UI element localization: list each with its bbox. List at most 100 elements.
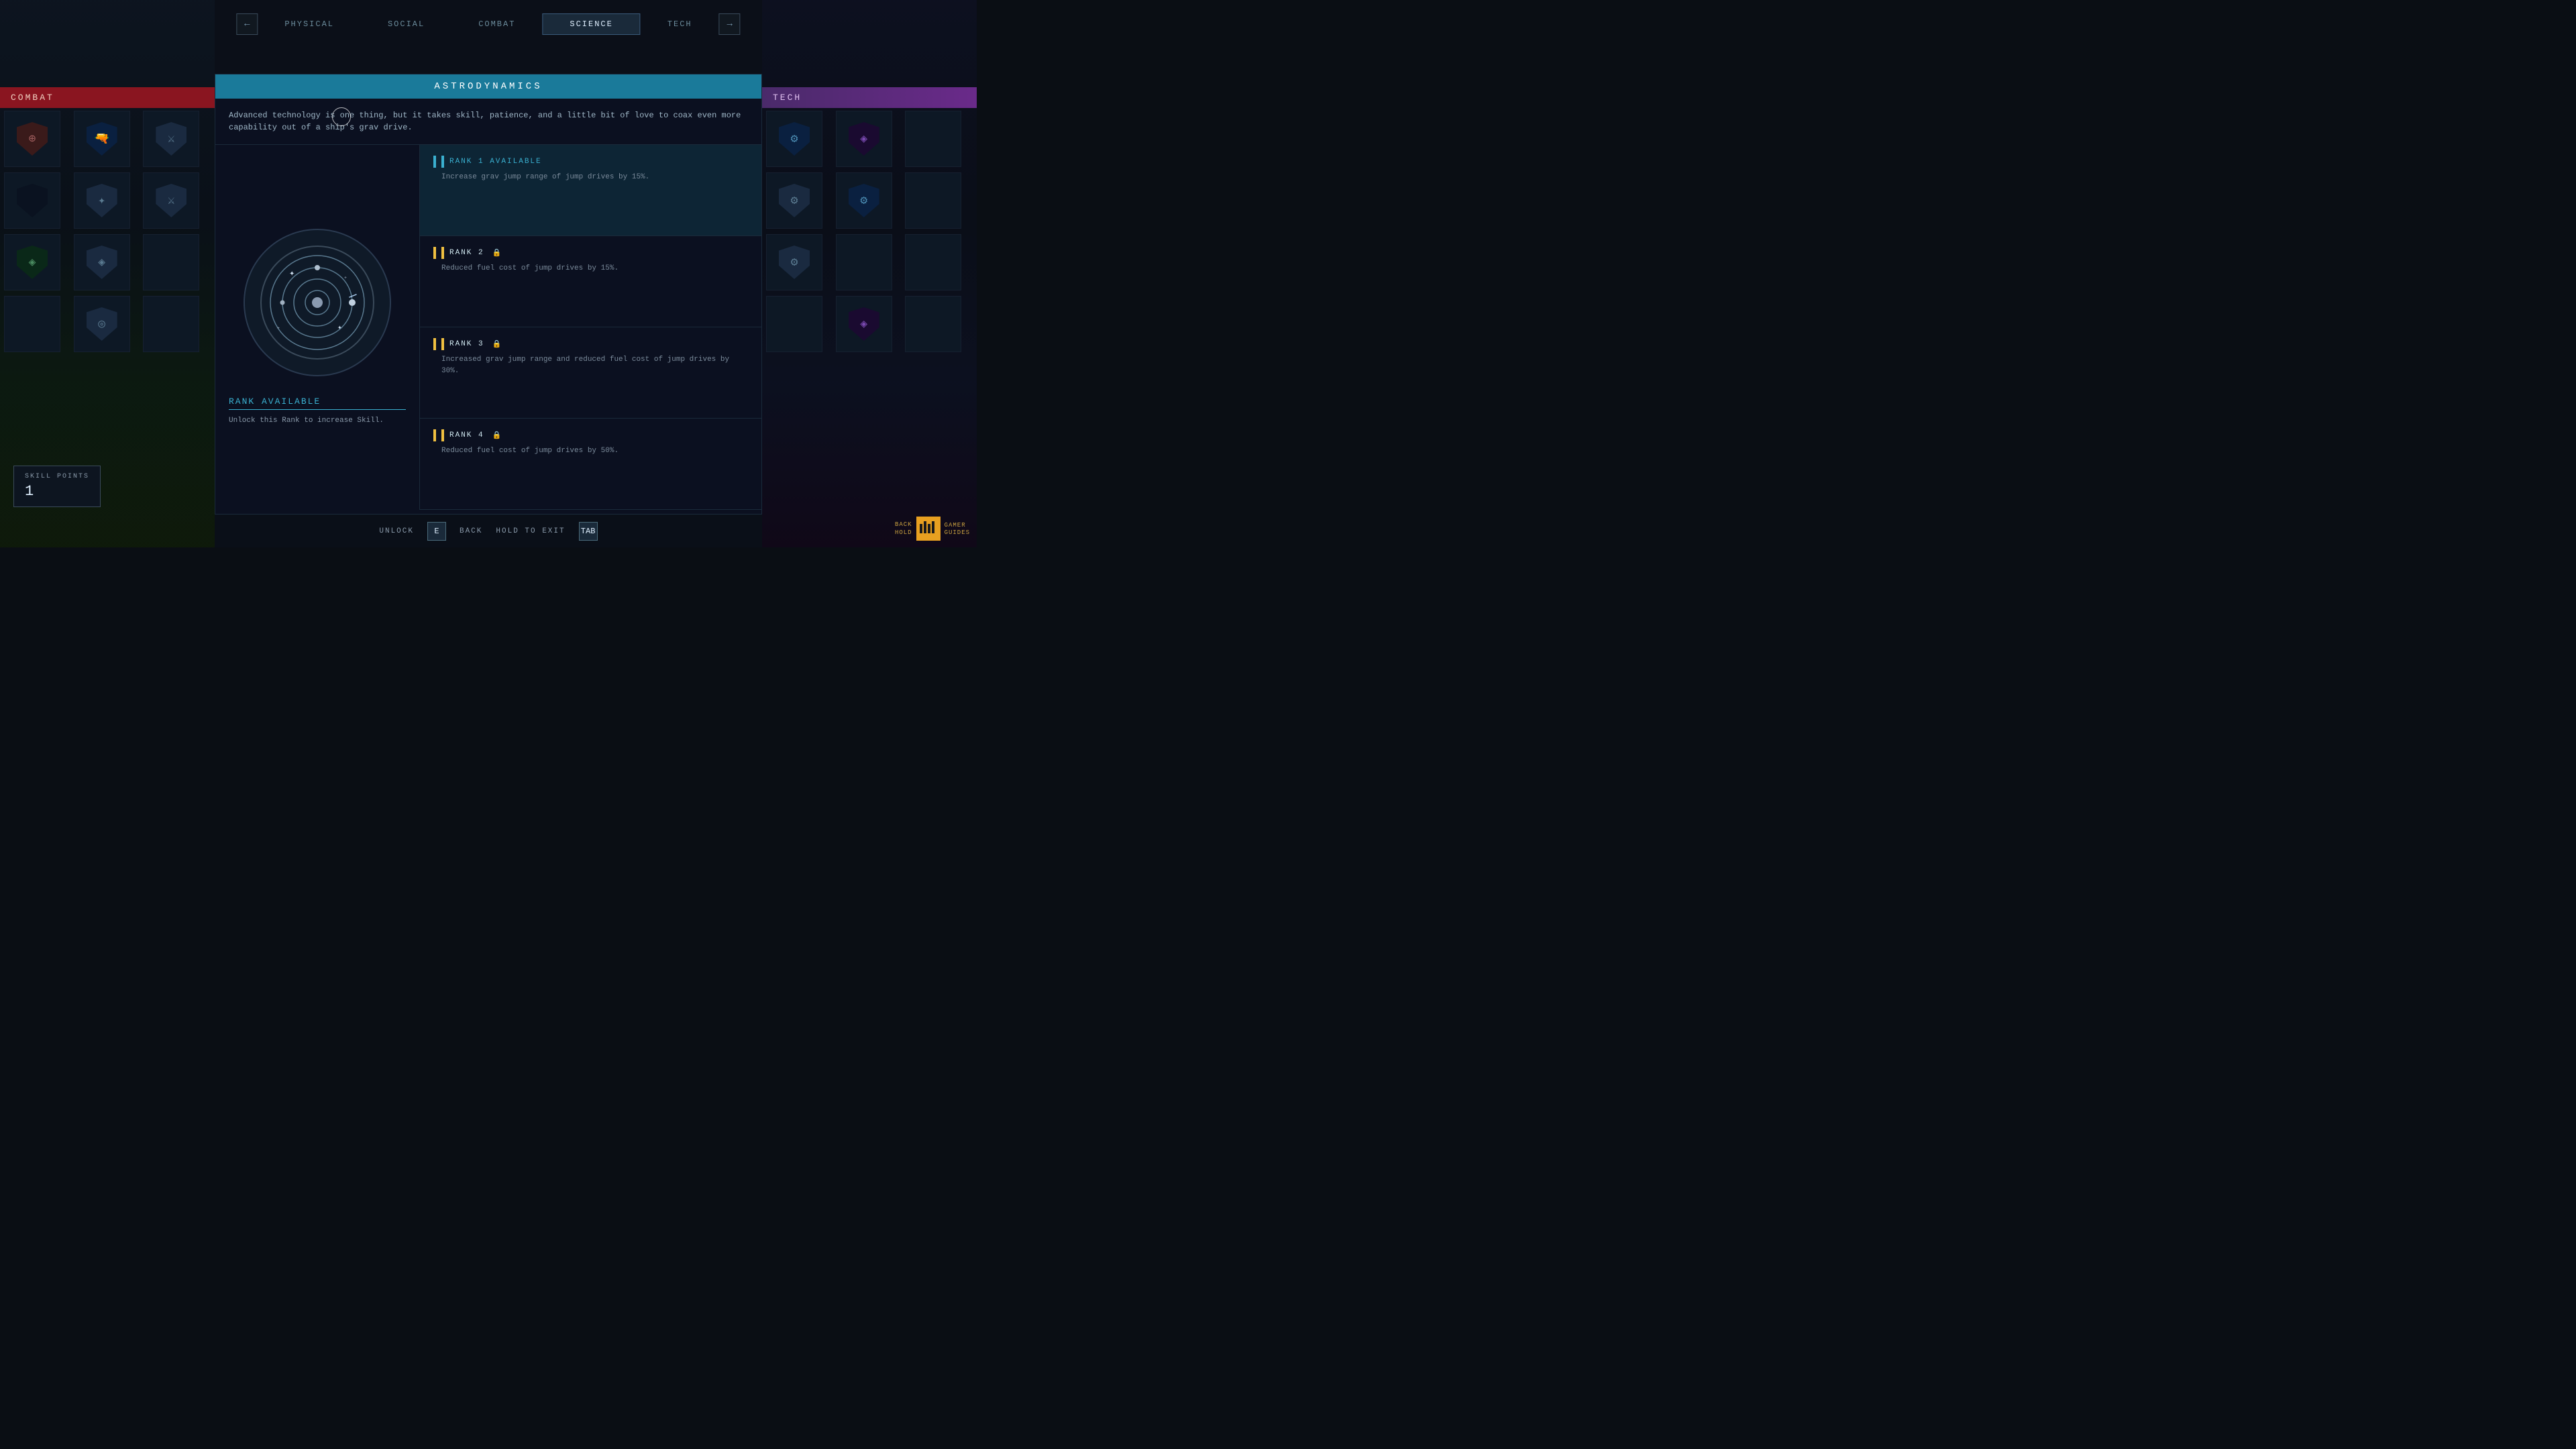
back-key-button[interactable]: TAB [579,522,598,541]
lock-icon: 🔒 [492,431,502,440]
action-bar: UNLOCK E BACK HOLD TO EXIT TAB [215,514,762,547]
unlock-label: UNLOCK [379,527,414,535]
tab-tech[interactable]: TECH [641,14,719,34]
combat-skill-cell[interactable] [4,172,60,229]
skill-shield-icon: ⚙ [779,184,810,217]
skill-shield-icon: ⚔ [156,184,186,217]
rank-3-desc: Increased grav jump range and reduced fu… [433,354,748,376]
astrodynamics-icon: ✦ ✦ + + [257,242,378,363]
tech-skill-cell[interactable]: ⚙ [766,111,822,167]
skill-points-label: SKILL POINTS [25,473,89,480]
rank-2-label: RANK 2 [449,249,484,257]
combat-skill-row-4: ◎ [0,293,215,355]
rank-1-desc: Increase grav jump range of jump drives … [433,172,748,183]
rank-pip-icon-2 [441,247,444,259]
tech-skill-cell[interactable]: ◈ [836,296,892,352]
skill-shield-icon: ⊕ [17,122,48,156]
skill-description: Advanced technology is one thing, but it… [215,99,761,145]
svg-text:+: + [344,275,347,280]
combat-panel-header: COMBAT [0,87,215,108]
tab-science[interactable]: SCIENCE [542,13,640,35]
tech-skill-row-2: ⚙ ⚙ [762,170,977,231]
skill-detail-panel: ASTRODYNAMICS Advanced technology is one… [215,74,762,521]
nav-prev-button[interactable]: ← [236,13,258,35]
combat-skill-cell[interactable]: ⊕ [4,111,60,167]
skill-shield-icon: 🔫 [87,122,117,156]
tech-skill-cell [905,234,961,290]
back-action-label: HOLD TO EXIT [496,527,565,535]
gg-back-label: BACK [895,521,912,528]
back-label: BACK [460,527,482,535]
rank-2-header: RANK 2 🔒 [433,247,748,259]
combat-skill-row-1: ⊕ 🔫 ⚔ [0,108,215,170]
nav-tabs: ← PHYSICAL SOCIAL COMBAT SCIENCE TECH → [236,13,740,35]
skill-points-box: SKILL POINTS 1 [13,466,101,507]
tech-skill-cell [905,111,961,167]
tech-panel-header: TECH [762,87,977,108]
rank-4-label: RANK 4 [449,431,484,439]
tech-skill-cell[interactable]: ⚙ [766,172,822,229]
rank-item-3[interactable]: RANK 3 🔒 Increased grav jump range and r… [420,327,761,419]
skill-content-area: ✦ ✦ + + RANK AVAILABLE Unlock this Rank … [215,145,761,510]
tech-skill-cell[interactable]: ⚙ [836,172,892,229]
rank-item-4[interactable]: RANK 4 🔒 Reduced fuel cost of jump drive… [420,419,761,510]
rank-pip-icon-2 [441,338,444,350]
rank-available-label: RANK AVAILABLE [229,396,406,410]
gg-hold-label: HOLD [895,529,912,536]
skill-visual-area: ✦ ✦ + + RANK AVAILABLE Unlock this Rank … [215,145,420,510]
combat-skill-cell[interactable]: ⚔ [143,111,199,167]
combat-skill-row-3: ◈ ◈ [0,231,215,293]
combat-skill-cell[interactable]: ⚔ [143,172,199,229]
tech-skill-cell [905,296,961,352]
gamer-guides-watermark: BACK HOLD GAMER GUIDES [895,517,970,541]
unlock-key-button[interactable]: E [427,522,446,541]
combat-skill-cell[interactable]: ◈ [4,234,60,290]
tech-skill-cell[interactable]: ◈ [836,111,892,167]
combat-skill-cell[interactable]: ✦ [74,172,130,229]
skill-shield-icon: ⚙ [779,246,810,279]
skill-emblem: ✦ ✦ + + [244,229,391,376]
svg-text:✦: ✦ [289,270,294,278]
skill-shield-icon: ⚙ [849,184,879,217]
svg-text:+: + [277,325,280,331]
rank-available-desc: Unlock this Rank to increase Skill. [229,415,406,427]
lock-icon: 🔒 [492,339,502,349]
combat-skill-cell[interactable]: ◈ [74,234,130,290]
rank-2-desc: Reduced fuel cost of jump drives by 15%. [433,263,748,274]
combat-skill-row-2: ✦ ⚔ [0,170,215,231]
skill-points-value: 1 [25,483,89,500]
rank-pip-icon [433,429,436,441]
tech-skill-cell[interactable]: ⚙ [766,234,822,290]
skill-shield-icon: ◎ [87,307,117,341]
gg-brand-2: GUIDES [945,529,970,536]
rank-4-header: RANK 4 🔒 [433,429,748,441]
rank-1-header: RANK 1 AVAILABLE [433,156,748,168]
tab-physical[interactable]: PHYSICAL [258,14,361,34]
rank-pip-icon [433,338,436,350]
rank-pip-icon [433,156,436,168]
rank-item-2[interactable]: RANK 2 🔒 Reduced fuel cost of jump drive… [420,236,761,327]
skill-title: ASTRODYNAMICS [215,74,761,99]
tech-skill-cell [905,172,961,229]
nav-next-button[interactable]: → [719,13,741,35]
rank-4-desc: Reduced fuel cost of jump drives by 50%. [433,445,748,457]
tab-social[interactable]: SOCIAL [361,14,451,34]
skill-shield-icon: ◈ [849,122,879,156]
rank-pip-icon-2 [441,156,444,168]
combat-skill-cell [4,296,60,352]
rank-3-label: RANK 3 [449,340,484,348]
svg-text:✦: ✦ [337,325,342,331]
combat-skill-cell[interactable]: 🔫 [74,111,130,167]
combat-skill-cell [143,234,199,290]
combat-skill-cell [143,296,199,352]
combat-skill-cell[interactable]: ◎ [74,296,130,352]
tech-skill-row-3: ⚙ [762,231,977,293]
tech-skill-row-1: ⚙ ◈ [762,108,977,170]
skill-shield-icon: ◈ [17,246,48,279]
tab-combat[interactable]: COMBAT [451,14,542,34]
tech-panel: TECH ⚙ ◈ ⚙ ⚙ ⚙ ◈ [762,87,977,547]
tech-skill-cell [836,234,892,290]
tech-skill-cell [766,296,822,352]
rank-item-1[interactable]: RANK 1 AVAILABLE Increase grav jump rang… [420,145,761,236]
skill-shield-icon: ⚔ [156,122,186,156]
